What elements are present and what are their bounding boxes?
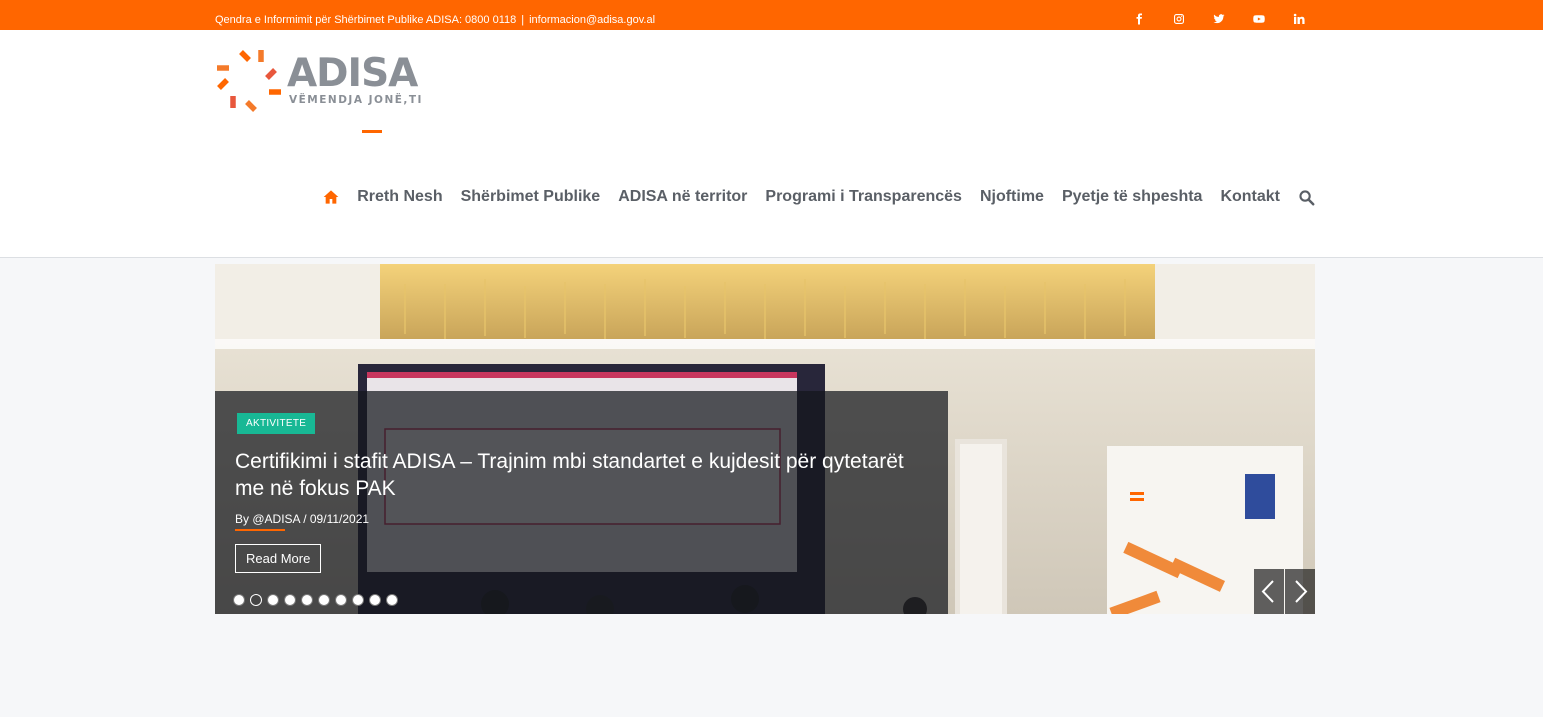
slider-dot[interactable] bbox=[318, 594, 330, 606]
slider-pagination bbox=[233, 594, 398, 606]
separator: | bbox=[521, 14, 525, 26]
nav-item-programi-transparences[interactable]: Programi i Transparencës bbox=[765, 188, 962, 206]
slider-dot[interactable] bbox=[301, 594, 313, 606]
logo-tagline: VËMENDJA JONË,TI bbox=[289, 94, 423, 106]
category-badge[interactable]: AKTIVITETE bbox=[237, 413, 316, 434]
slide-caption-panel bbox=[215, 391, 948, 614]
slider-dot[interactable] bbox=[352, 594, 364, 606]
nav-item-pyetje[interactable]: Pyetje të shpeshta bbox=[1062, 188, 1203, 206]
nav-item-sherbimet-publike[interactable]: Shërbimet Publike bbox=[461, 188, 601, 206]
slider-dot[interactable] bbox=[335, 594, 347, 606]
featured-slider: AKTIVITETE Certifikimi i stafit ADISA – … bbox=[215, 264, 1315, 614]
contact-email-link[interactable]: informacion@adisa.gov.al bbox=[529, 14, 655, 26]
slider-dot[interactable] bbox=[250, 594, 262, 606]
contact-info-text: Qendra e Informimit për Shërbimet Publik… bbox=[215, 14, 517, 26]
youtube-icon[interactable] bbox=[1247, 6, 1271, 32]
prev-slide-arrow-icon[interactable] bbox=[1254, 569, 1284, 614]
adisa-logo-mark bbox=[217, 50, 281, 112]
contact-info: Qendra e Informimit për Shërbimet Publik… bbox=[215, 0, 655, 30]
read-more-button[interactable]: Read More bbox=[235, 544, 322, 573]
slide-title[interactable]: Certifikimi i stafit ADISA – Trajnim mbi… bbox=[235, 448, 935, 502]
instagram-icon[interactable] bbox=[1167, 6, 1191, 32]
meta-underline bbox=[235, 529, 285, 531]
main-nav: Rreth Nesh Shërbimet Publike ADISA në te… bbox=[323, 185, 1315, 209]
slider-dot[interactable] bbox=[233, 594, 245, 606]
slider-dot[interactable] bbox=[369, 594, 381, 606]
adisa-logo[interactable]: ADISA VËMENDJA JONË,TI bbox=[215, 46, 421, 116]
slide-author[interactable]: By @ADISA bbox=[235, 512, 300, 526]
twitter-icon[interactable] bbox=[1207, 6, 1231, 32]
home-icon[interactable] bbox=[323, 189, 339, 205]
slider-dot[interactable] bbox=[284, 594, 296, 606]
nav-item-rreth-nesh[interactable]: Rreth Nesh bbox=[357, 188, 442, 206]
slider-dot[interactable] bbox=[267, 594, 279, 606]
linkedin-icon[interactable] bbox=[1287, 6, 1311, 32]
slide-date: / 09/11/2021 bbox=[303, 512, 370, 526]
nav-item-njoftime[interactable]: Njoftime bbox=[980, 188, 1044, 206]
next-slide-arrow-icon[interactable] bbox=[1285, 569, 1315, 614]
slider-dot[interactable] bbox=[386, 594, 398, 606]
search-icon[interactable] bbox=[1298, 189, 1315, 206]
top-bar: Qendra e Informimit për Shërbimet Publik… bbox=[0, 0, 1543, 32]
slide-meta: By @ADISA / 09/11/2021 bbox=[235, 512, 369, 526]
logo-wordmark: ADISA bbox=[287, 51, 418, 96]
logo-accent-bar bbox=[362, 130, 382, 133]
nav-item-kontakt[interactable]: Kontakt bbox=[1220, 188, 1280, 206]
site-header: ADISA VËMENDJA JONË,TI Rreth Nesh Shërbi… bbox=[0, 30, 1543, 258]
nav-item-adisa-ne-territor[interactable]: ADISA në territor bbox=[618, 188, 747, 206]
facebook-icon[interactable] bbox=[1127, 6, 1151, 32]
